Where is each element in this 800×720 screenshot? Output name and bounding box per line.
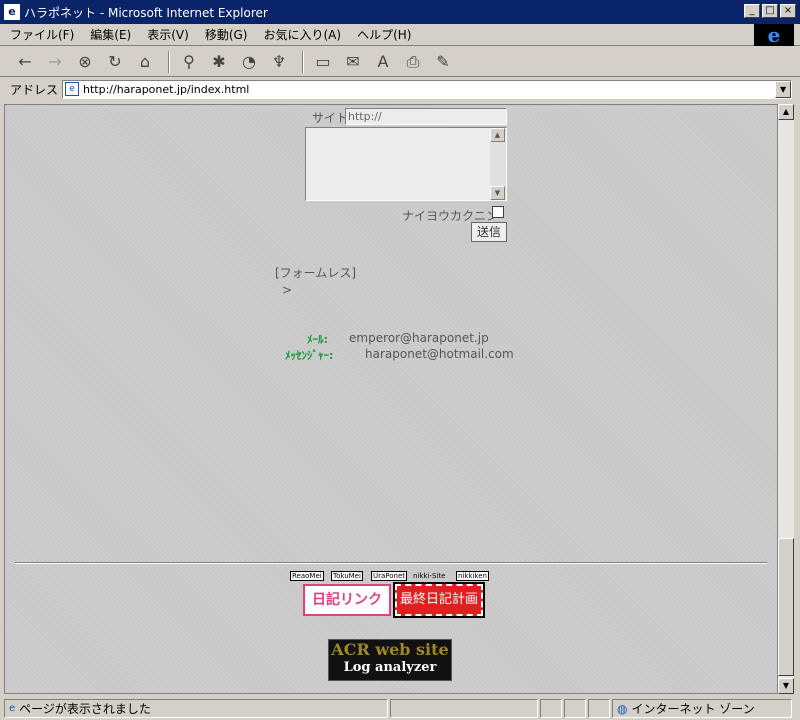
menu-edit[interactable]: 編集(E) (90, 26, 131, 43)
acr-banner-line2: Log analyzer (343, 660, 437, 675)
zone-pane: ◍ インターネット ゾーン (612, 699, 792, 718)
mail-icon[interactable]: ✉ (340, 50, 366, 74)
scroll-down-icon[interactable]: ▼ (778, 678, 794, 694)
toolbar-separator (168, 50, 170, 73)
forward-arrow-icon[interactable]: → (42, 50, 68, 74)
address-bar: アドレス e http://haraponet.jp/index.html ▼ (0, 78, 800, 100)
zone-text: インターネット ゾーン (631, 702, 755, 716)
mail-address[interactable]: emperor@haraponet.jp (349, 331, 489, 345)
banner-tokumei[interactable]: TokuMei (331, 571, 363, 581)
mail-label: ﾒｰﾙ: (307, 333, 328, 346)
banner-uraponet[interactable]: UraPonet (371, 571, 408, 581)
textarea-scrollbar[interactable]: ▲ ▼ (490, 128, 506, 200)
menu-file[interactable]: ファイル(F) (10, 26, 74, 43)
back-arrow-icon[interactable]: ← (12, 50, 38, 74)
site-url-input[interactable]: http:// (345, 108, 507, 125)
edit-icon[interactable]: ✎ (430, 50, 456, 74)
menu-go[interactable]: 移動(G) (205, 26, 248, 43)
message-textarea[interactable]: ▲ ▼ (305, 127, 507, 201)
close-button[interactable]: × (780, 4, 796, 18)
window-controls: _ □ × (744, 4, 796, 18)
history-icon[interactable]: ◔ (236, 50, 262, 74)
page-viewport: サイト http:// ▲ ▼ ナイヨウカクニン 送信 [フォームレス] > ﾒ… (4, 104, 778, 694)
banner-nikki-site[interactable]: nikki-Site (411, 571, 447, 581)
acr-banner-line1: ACR web site (331, 640, 449, 659)
status-pane (390, 699, 538, 718)
formless-label: [フォームレス] (275, 266, 357, 280)
banner-reaomei[interactable]: ReaoMei (290, 571, 324, 581)
maximize-button[interactable]: □ (762, 4, 778, 18)
address-input[interactable]: e http://haraponet.jp/index.html ▼ (62, 79, 793, 99)
print-icon[interactable]: ⎙ (400, 50, 426, 74)
confirm-checkbox[interactable] (492, 206, 504, 218)
page-scrollbar[interactable]: ▲ ▼ (778, 104, 794, 694)
page-icon: e (65, 82, 80, 96)
menu-help[interactable]: ヘルプ(H) (357, 26, 411, 43)
address-url: http://haraponet.jp/index.html (83, 82, 250, 96)
menu-favorites[interactable]: お気に入り(A) (263, 26, 341, 43)
menu-bar: ファイル(F) 編集(E) 表示(V) 移動(G) お気に入り(A) ヘルプ(H… (0, 24, 800, 46)
messenger-address[interactable]: haraponet@hotmail.com (365, 347, 514, 361)
status-text-pane: e ページが表示されました (4, 699, 388, 718)
favorites-icon[interactable]: ✱ (206, 50, 232, 74)
page-icon: e (9, 703, 16, 714)
status-pane (540, 699, 562, 718)
final-diary-plan-banner[interactable]: 最終日記計画 (393, 582, 485, 618)
status-pane (588, 699, 610, 718)
toolbar-separator (302, 50, 304, 73)
acr-log-analyzer-banner[interactable]: ACR web site Log analyzer (328, 639, 452, 681)
nikki-link-banner[interactable]: 日記リンク (303, 584, 391, 616)
toolbar: ← → ⊗ ↻ ⌂ ⚲ ✱ ◔ ♆ ▭ ✉ A ⎙ ✎ (0, 47, 800, 77)
globe-icon: ◍ (617, 701, 628, 716)
scroll-down-icon[interactable]: ▼ (490, 186, 505, 200)
formless-arrow[interactable]: > (282, 283, 292, 297)
menu-view[interactable]: 表示(V) (147, 26, 189, 43)
channels-icon[interactable]: ♆ (266, 50, 292, 74)
address-label: アドレス (10, 82, 59, 97)
horizontal-divider (15, 562, 767, 564)
scroll-thumb[interactable] (778, 538, 794, 676)
scroll-up-icon[interactable]: ▲ (778, 104, 794, 120)
submit-button[interactable]: 送信 (471, 222, 507, 242)
status-bar: e ページが表示されました ◍ インターネット ゾーン (0, 697, 800, 720)
home-icon[interactable]: ⌂ (132, 50, 158, 74)
fullscreen-icon[interactable]: ▭ (310, 50, 336, 74)
address-dropdown-icon[interactable]: ▼ (775, 80, 792, 98)
scroll-up-icon[interactable]: ▲ (490, 128, 505, 142)
minimize-button[interactable]: _ (744, 4, 760, 18)
site-label: サイト (312, 111, 349, 125)
ie-logo: e (754, 24, 794, 46)
status-text: ページが表示されました (19, 702, 151, 716)
search-icon[interactable]: ⚲ (176, 50, 202, 74)
font-size-icon[interactable]: A (370, 50, 396, 74)
ie-page-icon: e (4, 4, 20, 20)
banner-nikkiken[interactable]: nikkiken (456, 571, 489, 581)
stop-icon[interactable]: ⊗ (72, 50, 98, 74)
refresh-icon[interactable]: ↻ (102, 50, 128, 74)
messenger-label: ﾒｯｾﾝｼﾞｬｰ: (285, 349, 334, 362)
window-title: ハラポネット - Microsoft Internet Explorer (24, 5, 268, 20)
title-bar: e ハラポネット - Microsoft Internet Explorer _… (0, 0, 800, 24)
status-pane (564, 699, 586, 718)
